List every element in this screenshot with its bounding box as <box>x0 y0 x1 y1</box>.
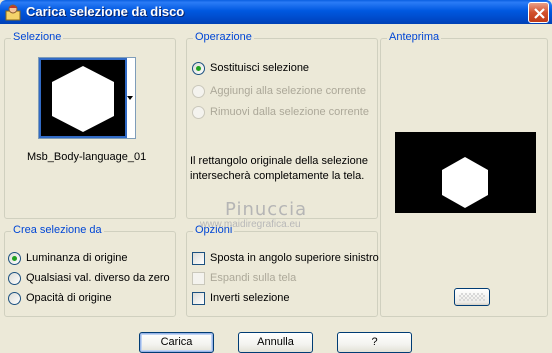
checkbox[interactable] <box>192 292 205 305</box>
radio-button[interactable] <box>192 62 205 75</box>
carica-button[interactable]: Carica <box>139 332 214 353</box>
radio-label: Qualsiasi val. diverso da zero <box>26 272 170 284</box>
window-title: Carica selezione da disco <box>26 4 185 19</box>
preview-canvas <box>395 132 536 213</box>
preview-hexagon <box>442 157 488 208</box>
checkbox[interactable] <box>192 252 205 265</box>
operazione-group-title: Operazione <box>193 31 254 43</box>
selection-name: Msb_Body-language_01 <box>27 151 147 163</box>
radio-button <box>192 106 205 119</box>
preview-background-button[interactable] <box>454 288 490 306</box>
hexagon-shape <box>52 66 114 132</box>
radio-button[interactable] <box>8 292 21 305</box>
watermark-url: www.maidiregrafica.eu <box>200 219 301 230</box>
anteprima-group-title: Anteprima <box>387 31 442 43</box>
radio-button[interactable] <box>8 252 21 265</box>
radio-label: Rimuovi dalla selezione corrente <box>210 106 369 118</box>
crea-selezione-group-title: Crea selezione da <box>11 224 104 236</box>
chevron-down-icon[interactable] <box>126 94 134 102</box>
radio-label: Sostituisci selezione <box>210 62 310 74</box>
close-icon <box>534 8 545 19</box>
radio-button <box>192 85 205 98</box>
checkbox-label: Inverti selezione <box>210 292 290 304</box>
radio-label: Aggiungi alla selezione corrente <box>210 85 366 97</box>
operation-info-text: Il rettangolo originale della selezione … <box>190 155 368 182</box>
checker-pattern-icon <box>459 293 485 301</box>
radio-label: Luminanza di origine <box>26 252 128 264</box>
dialog-window: Carica selezione da disco Selezione Msb_… <box>0 0 552 353</box>
selection-swatch-dropdown[interactable] <box>38 57 136 139</box>
close-button[interactable] <box>528 2 549 23</box>
checkbox-label: Sposta in angolo superiore sinistro <box>210 252 379 264</box>
checkbox-label: Espandi sulla tela <box>210 272 297 284</box>
radio-button[interactable] <box>8 272 21 285</box>
annulla-button[interactable]: Annulla <box>238 332 313 353</box>
title-bar[interactable]: Carica selezione da disco <box>0 0 552 24</box>
radio-label: Opacità di origine <box>26 292 112 304</box>
app-icon <box>5 4 21 21</box>
selection-thumbnail <box>39 58 127 138</box>
help-button[interactable]: ? <box>337 332 412 353</box>
selezione-group-title: Selezione <box>11 31 64 43</box>
watermark-name: Pinuccia <box>225 199 308 220</box>
checkbox <box>192 272 205 285</box>
